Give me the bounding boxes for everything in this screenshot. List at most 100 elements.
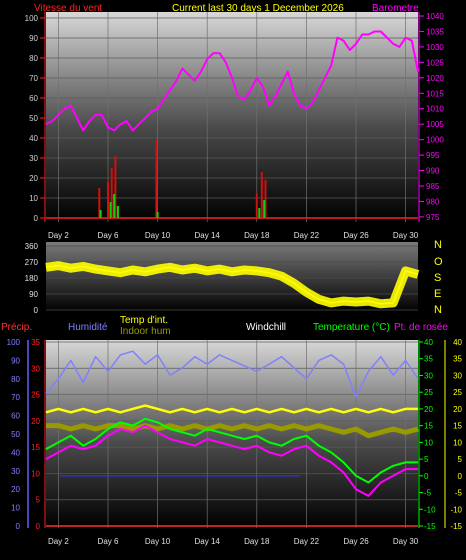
wind-tick-label: 70 bbox=[29, 74, 38, 83]
precip-tick-label: 50 bbox=[11, 430, 20, 439]
weather-charts-svg: 0102030405060708090100975980985990995100… bbox=[7, 12, 463, 546]
wind-tick-label: 30 bbox=[29, 154, 38, 163]
bottom-x-tick-label: Day 30 bbox=[393, 537, 419, 546]
bottom-x-tick-label: Day 14 bbox=[195, 537, 221, 546]
bottom-x-tick-label: Day 2 bbox=[48, 537, 69, 546]
right-temp-tick-label-outer: -5 bbox=[455, 489, 463, 498]
top-x-tick-label: Day 2 bbox=[48, 231, 69, 240]
wind-average-bar bbox=[109, 202, 112, 218]
right-temp-tick-label: 0 bbox=[424, 472, 429, 481]
wind-tick-label: 10 bbox=[29, 194, 38, 203]
compass-o: O bbox=[434, 256, 443, 268]
right-temp-tick-label-outer: 40 bbox=[453, 338, 462, 347]
baro-tick-label: 1020 bbox=[426, 74, 444, 83]
wind-average-bar bbox=[263, 200, 266, 218]
left-temp-tick-label: 25 bbox=[31, 391, 40, 400]
precip-tick-label: 30 bbox=[11, 467, 20, 476]
baro-tick-label: 995 bbox=[426, 151, 440, 160]
right-temp-tick-label-outer: 5 bbox=[458, 455, 463, 464]
top-x-tick-label: Day 6 bbox=[98, 231, 119, 240]
precip-tick-label: 20 bbox=[11, 485, 20, 494]
bottom-x-tick-label: Day 18 bbox=[244, 537, 270, 546]
left-temp-tick-label: 15 bbox=[31, 443, 40, 452]
bottom-x-tick-label: Day 26 bbox=[343, 537, 369, 546]
dewpoint-label: Pt. de rosée bbox=[394, 322, 448, 333]
top-x-tick-label: Day 30 bbox=[393, 231, 419, 240]
right-temp-tick-label-outer: 30 bbox=[453, 371, 462, 380]
compass-e: E bbox=[434, 288, 442, 300]
baro-tick-label: 980 bbox=[426, 197, 440, 206]
baro-tick-label: 990 bbox=[426, 167, 440, 176]
wind-tick-label: 20 bbox=[29, 174, 38, 183]
windchill-label: Windchill bbox=[246, 322, 287, 333]
left-temp-tick-label: 0 bbox=[36, 522, 41, 531]
top-x-tick-label: Day 26 bbox=[343, 231, 369, 240]
left-temp-tick-label: 5 bbox=[36, 496, 41, 505]
indoor-hum-label: Indoor hum bbox=[120, 326, 171, 337]
direction-tick-label: 360 bbox=[25, 242, 39, 251]
precip-tick-label: 10 bbox=[11, 504, 20, 513]
right-temp-tick-label-outer: 15 bbox=[453, 422, 462, 431]
right-temp-tick-label-outer: 25 bbox=[453, 388, 462, 397]
baro-tick-label: 1035 bbox=[426, 27, 444, 36]
wind-gust-bar bbox=[155, 140, 158, 218]
baro-tick-label: 1030 bbox=[426, 43, 444, 52]
right-temp-tick-label: -10 bbox=[424, 505, 436, 514]
top-x-tick-label: Day 10 bbox=[145, 231, 171, 240]
left-temp-tick-label: 35 bbox=[31, 338, 40, 347]
left-temp-tick-label: 30 bbox=[31, 364, 40, 373]
wind-average-bar bbox=[258, 208, 261, 218]
right-temp-tick-label: 20 bbox=[424, 405, 433, 414]
top-x-tick-label: Day 18 bbox=[244, 231, 270, 240]
right-temp-tick-label: 30 bbox=[424, 371, 433, 380]
precip-tick-label: 0 bbox=[16, 522, 21, 531]
wind-average-bar bbox=[116, 206, 119, 218]
baro-tick-label: 985 bbox=[426, 182, 440, 191]
bottom-x-tick-label: Day 22 bbox=[294, 537, 320, 546]
precip-tick-label: 60 bbox=[11, 412, 20, 421]
wind-average-bar bbox=[156, 212, 159, 218]
right-temp-tick-label: 5 bbox=[424, 455, 429, 464]
wind-gust-bar bbox=[255, 194, 258, 218]
wind-tick-label: 100 bbox=[25, 14, 39, 23]
right-temp-tick-label-outer: -10 bbox=[450, 505, 462, 514]
wind-tick-label: 0 bbox=[34, 214, 39, 223]
compass-n-top: N bbox=[434, 239, 442, 251]
precip-tick-label: 70 bbox=[11, 393, 20, 402]
top-x-tick-label: Day 22 bbox=[294, 231, 320, 240]
precip-tick-label: 90 bbox=[11, 356, 20, 365]
right-temp-tick-label: 35 bbox=[424, 355, 433, 364]
wind-tick-label: 90 bbox=[29, 34, 38, 43]
left-temp-tick-label: 10 bbox=[31, 469, 40, 478]
weather-chart-stage: 0 10 20 30 40 50 60 70 80 90 100 975 980 985 990 995 100… bbox=[0, 0, 466, 555]
baro-tick-label: 975 bbox=[426, 213, 440, 222]
chart-title: Current last 30 days 1 December 2026 bbox=[172, 3, 344, 14]
wind-speed-label: Vitesse du vent bbox=[34, 3, 103, 14]
right-temp-tick-label: 15 bbox=[424, 422, 433, 431]
wind-tick-label: 80 bbox=[29, 54, 38, 63]
wind-tick-label: 50 bbox=[29, 114, 38, 123]
barometer-label: Barometre bbox=[372, 3, 419, 14]
right-temp-tick-label: -15 bbox=[424, 522, 436, 531]
compass-n-bottom: N bbox=[434, 304, 442, 316]
wind-gust-bar bbox=[260, 172, 263, 218]
top-x-tick-label: Day 14 bbox=[195, 231, 221, 240]
direction-tick-label: 90 bbox=[29, 290, 38, 299]
wind-average-bar bbox=[113, 194, 116, 218]
baro-tick-label: 1015 bbox=[426, 89, 444, 98]
precip-label: Précip. bbox=[1, 322, 33, 333]
compass-s: S bbox=[434, 272, 442, 284]
temperature-label: Temperature (°C) bbox=[313, 322, 390, 333]
right-temp-tick-label-outer: 10 bbox=[453, 438, 462, 447]
precip-tick-label: 80 bbox=[11, 375, 20, 384]
right-temp-tick-label: 10 bbox=[424, 438, 433, 447]
temp-int-label: Temp d'int. bbox=[120, 315, 169, 326]
precip-tick-label: 40 bbox=[11, 448, 20, 457]
precip-tick-label: 100 bbox=[7, 338, 21, 347]
right-temp-tick-label: -5 bbox=[424, 489, 432, 498]
wind-average-bar bbox=[99, 210, 102, 218]
baro-tick-label: 1005 bbox=[426, 120, 444, 129]
wind-tick-label: 40 bbox=[29, 134, 38, 143]
baro-tick-label: 1010 bbox=[426, 105, 444, 114]
right-temp-tick-label: 40 bbox=[424, 338, 433, 347]
